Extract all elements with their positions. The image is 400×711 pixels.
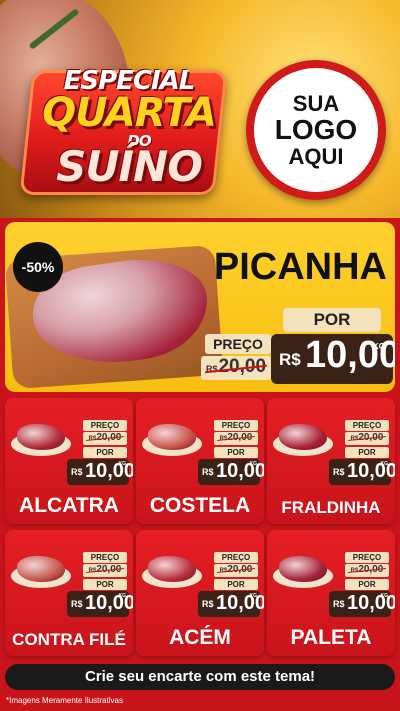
price-box: R$ 10,00 KG bbox=[329, 591, 395, 617]
product-card-paleta[interactable]: PREÇO R$ 20,00 POR R$ 10,00 KG PALETA bbox=[267, 530, 395, 656]
meat-image bbox=[17, 424, 65, 450]
cta-banner[interactable]: Crie seu encarte com este tema! bbox=[5, 664, 395, 690]
title-quarta: QUARTA bbox=[42, 90, 217, 136]
featured-old-price: R$ 20,00 bbox=[201, 356, 271, 380]
disclaimer-text: *Imagens Meramente Ilustrativas bbox=[6, 696, 123, 705]
preco-label: PREÇO bbox=[214, 552, 258, 563]
meat-image bbox=[17, 556, 65, 582]
unit: KG bbox=[249, 593, 258, 599]
old-price: R$ 20,00 bbox=[345, 432, 389, 445]
preco-label: PREÇO bbox=[83, 552, 127, 563]
featured-price-box: R$ 10,00 KG bbox=[271, 334, 395, 384]
old-price: R$ 20,00 bbox=[214, 564, 258, 577]
preco-label: PREÇO bbox=[345, 552, 389, 563]
unit: KG bbox=[118, 461, 127, 467]
featured-product-card[interactable]: -50% PICANHA POR PREÇO R$ 20,00 R$ 10,00… bbox=[5, 222, 395, 392]
unit: KG bbox=[380, 593, 389, 599]
unit: KG bbox=[249, 461, 258, 467]
meat-image bbox=[279, 424, 327, 450]
logo-circle: SUA LOGO AQUI bbox=[254, 68, 378, 192]
discount-badge: -50% bbox=[13, 242, 63, 292]
currency: R$ bbox=[202, 599, 214, 609]
preco-label: PREÇO bbox=[345, 420, 389, 431]
por-label: POR bbox=[83, 447, 127, 458]
product-name: ACÉM bbox=[169, 626, 231, 649]
title-suino: SUÍNO bbox=[56, 142, 203, 191]
unit: KG bbox=[380, 461, 389, 467]
currency: R$ bbox=[333, 599, 345, 609]
old-price: R$ 20,00 bbox=[345, 564, 389, 577]
featured-currency: R$ bbox=[279, 350, 301, 369]
por-label: POR bbox=[345, 579, 389, 590]
currency: R$ bbox=[333, 467, 345, 477]
product-card-costela[interactable]: PREÇO R$ 20,00 POR R$ 10,00 KG COSTELA bbox=[136, 398, 264, 524]
preco-label: PREÇO bbox=[83, 420, 127, 431]
product-name: FRALDINHA bbox=[281, 498, 381, 517]
product-card-alcatra[interactable]: PREÇO R$ 20,00 POR R$ 10,00 KG ALCATRA bbox=[5, 398, 133, 524]
por-label: POR bbox=[83, 579, 127, 590]
currency: R$ bbox=[71, 467, 83, 477]
currency: R$ bbox=[202, 467, 214, 477]
header-banner: ESPECIAL QUARTA DO SUÍNO SUA LOGO AQUI bbox=[0, 0, 400, 218]
featured-preco-label: PREÇO bbox=[205, 334, 271, 354]
preco-label: PREÇO bbox=[214, 420, 258, 431]
currency: R$ bbox=[71, 599, 83, 609]
logo-placeholder[interactable]: SUA LOGO AQUI bbox=[246, 60, 386, 200]
product-name: ALCATRA bbox=[19, 494, 119, 517]
price-box: R$ 10,00 KG bbox=[198, 591, 264, 617]
meat-image bbox=[148, 424, 196, 450]
product-card-acém[interactable]: PREÇO R$ 20,00 POR R$ 10,00 KG ACÉM bbox=[136, 530, 264, 656]
logo-text-line2: LOGO bbox=[274, 114, 358, 146]
price-box: R$ 10,00 KG bbox=[198, 459, 264, 485]
old-price: R$ 20,00 bbox=[83, 564, 127, 577]
old-price: R$ 20,00 bbox=[214, 432, 258, 445]
product-card-fraldinha[interactable]: PREÇO R$ 20,00 POR R$ 10,00 KG FRALDINHA bbox=[267, 398, 395, 524]
price-box: R$ 10,00 KG bbox=[67, 591, 133, 617]
por-label: POR bbox=[214, 447, 258, 458]
campaign-title: ESPECIAL QUARTA DO SUÍNO bbox=[14, 62, 228, 202]
logo-text-line1: SUA bbox=[292, 91, 340, 117]
product-name: CONTRA FILÉ bbox=[12, 630, 126, 649]
product-card-contra-filé[interactable]: PREÇO R$ 20,00 POR R$ 10,00 KG CONTRA FI… bbox=[5, 530, 133, 656]
por-label: POR bbox=[345, 447, 389, 458]
featured-unit: KG bbox=[373, 342, 385, 351]
meat-image bbox=[148, 556, 196, 582]
old-price: R$ 20,00 bbox=[83, 432, 127, 445]
por-label: POR bbox=[214, 579, 258, 590]
featured-por-label: POR bbox=[283, 308, 381, 332]
product-name: PALETA bbox=[290, 626, 372, 649]
price-box: R$ 10,00 KG bbox=[67, 459, 133, 485]
unit: KG bbox=[118, 593, 127, 599]
price-box: R$ 10,00 KG bbox=[329, 459, 395, 485]
logo-text-line3: AQUI bbox=[288, 143, 344, 169]
meat-image bbox=[279, 556, 327, 582]
product-name: COSTELA bbox=[149, 494, 251, 517]
featured-product-name: PICANHA bbox=[213, 246, 387, 288]
featured-price-value: 10,00 bbox=[305, 334, 395, 376]
